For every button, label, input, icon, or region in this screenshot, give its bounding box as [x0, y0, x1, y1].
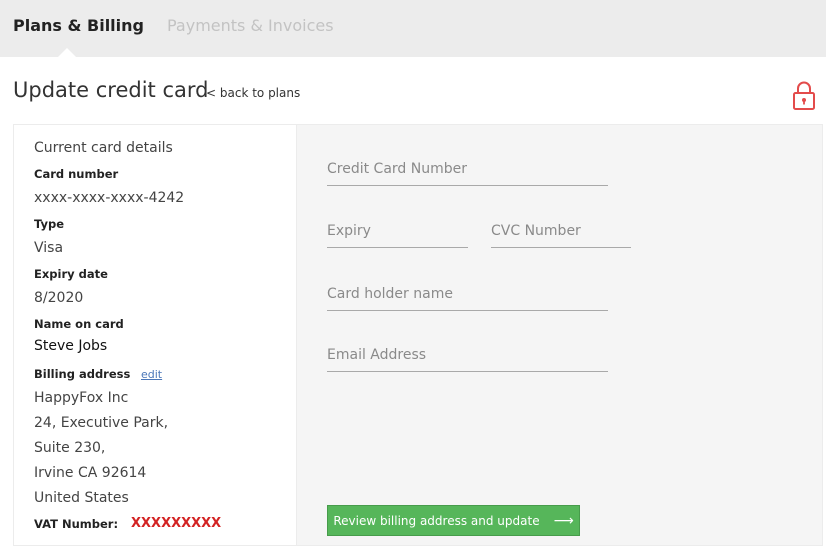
name-on-card-label: Name on card: [34, 317, 124, 331]
card-number-value: xxxx-xxxx-xxxx-4242: [34, 190, 185, 206]
lock-icon: [793, 81, 815, 110]
vat-number-label: VAT Number:: [34, 517, 119, 531]
credit-card-number-input[interactable]: [327, 156, 608, 182]
current-card-heading: Current card details: [34, 140, 173, 156]
address-line: Irvine CA 92614: [34, 465, 147, 481]
billing-address-label: Billing address: [34, 367, 131, 381]
expiry-date-value: 8/2020: [34, 290, 84, 306]
email-address-field: [327, 342, 608, 372]
name-on-card-value: Steve Jobs: [34, 338, 108, 354]
back-to-plans-link[interactable]: < back to plans: [206, 86, 300, 100]
tab-payments-invoices[interactable]: Payments & Invoices: [167, 16, 334, 35]
address-line: 24, Executive Park,: [34, 415, 169, 431]
review-and-update-label: Review billing address and update: [333, 513, 540, 528]
address-line: United States: [34, 490, 129, 506]
top-tab-bar: Plans & Billing Payments & Invoices: [0, 0, 826, 57]
address-line: HappyFox Inc: [34, 390, 129, 406]
address-line: Suite 230,: [34, 440, 106, 456]
card-update-panel: Current card details Card number xxxx-xx…: [13, 124, 823, 546]
card-number-label: Card number: [34, 167, 119, 181]
current-card-details: Current card details Card number xxxx-xx…: [14, 125, 297, 545]
edit-billing-address-link[interactable]: edit: [141, 368, 162, 381]
expiry-field: [327, 218, 468, 248]
review-and-update-button[interactable]: Review billing address and update ⟶: [327, 505, 580, 536]
vat-number-value: XXXXXXXXX: [131, 516, 222, 531]
credit-card-number-field: [327, 156, 608, 186]
cvc-input[interactable]: [491, 218, 631, 244]
expiry-input[interactable]: [327, 218, 468, 244]
type-value: Visa: [34, 240, 64, 256]
active-tab-pointer: [58, 48, 76, 57]
page-title: Update credit card: [13, 78, 209, 102]
tab-plans-billing[interactable]: Plans & Billing: [13, 16, 144, 35]
email-address-input[interactable]: [327, 342, 608, 368]
card-holder-name-field: [327, 281, 608, 311]
cvc-field: [491, 218, 631, 248]
type-label: Type: [34, 217, 65, 231]
card-holder-name-input[interactable]: [327, 281, 608, 307]
arrow-right-icon: ⟶: [553, 512, 574, 529]
expiry-date-label: Expiry date: [34, 267, 108, 281]
